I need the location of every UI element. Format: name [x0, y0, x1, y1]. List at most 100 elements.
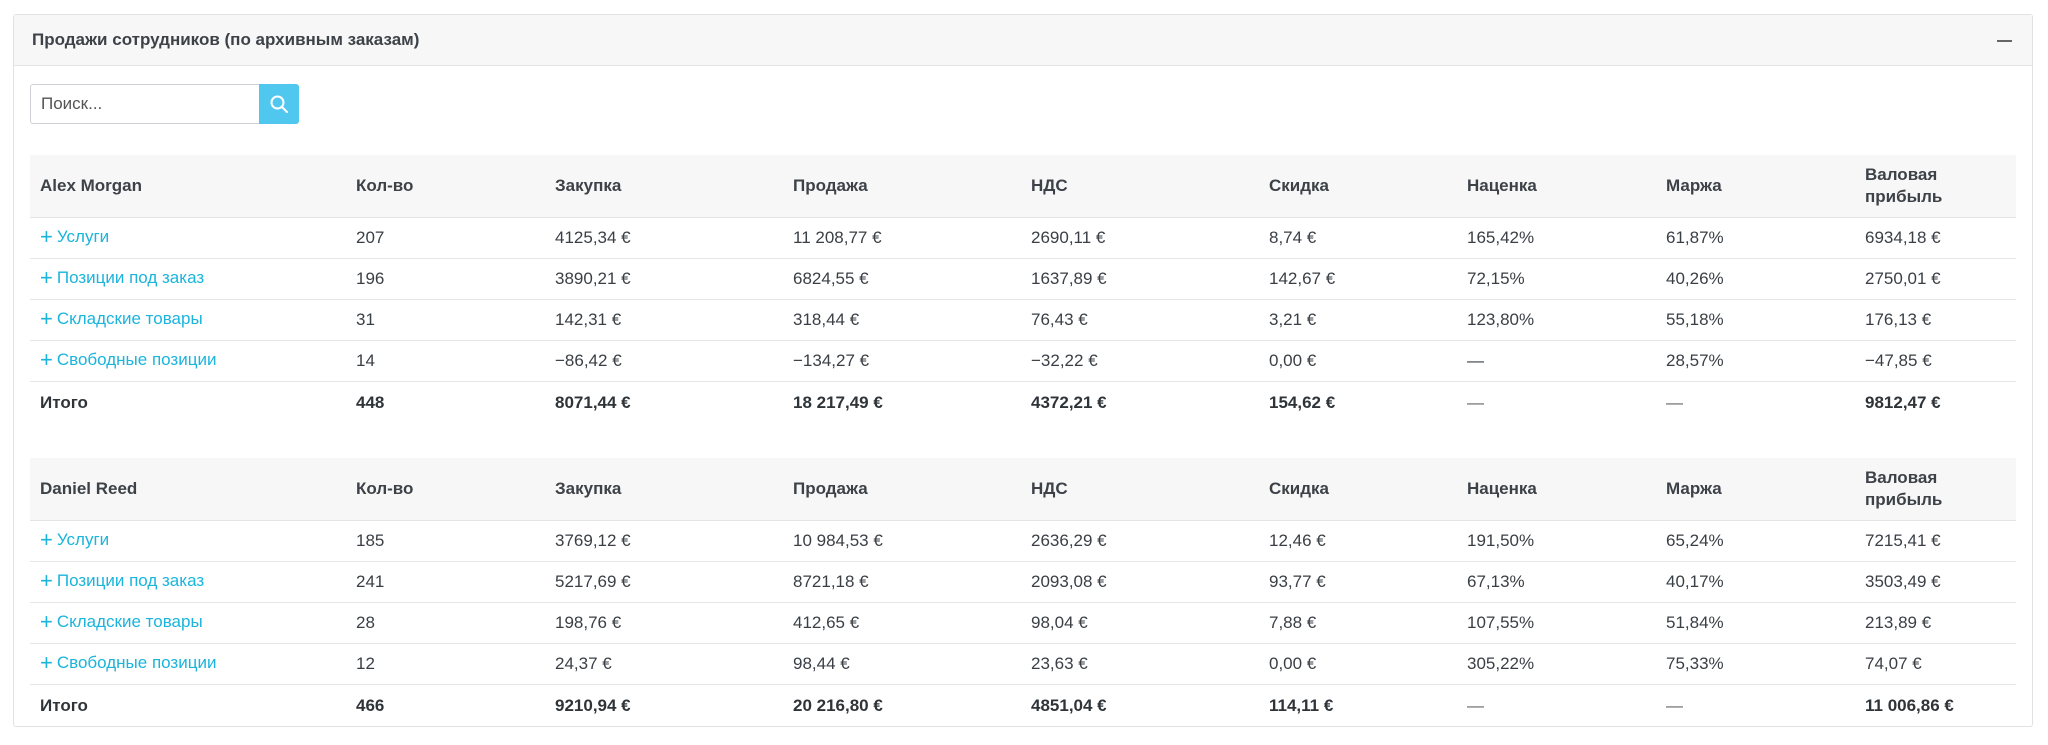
total-discount: 154,62 €	[1269, 392, 1336, 412]
cell-purchase: −86,42 €	[545, 340, 783, 382]
employee-name: Daniel Reed	[30, 458, 346, 521]
cell-sale: 8721,18 €	[783, 561, 1021, 603]
total-row: Итого 466 9210,94 € 20 216,80 € 4851,04 …	[30, 685, 2016, 727]
cell-sale: −134,27 €	[783, 340, 1021, 382]
cell-gross-profit: 6934,18 €	[1855, 217, 2016, 259]
cell-gross-profit: 213,89 €	[1855, 602, 2016, 644]
cell-vat: 76,43 €	[1021, 299, 1259, 341]
search-box	[30, 84, 299, 124]
total-gross-profit: 11 006,86 €	[1865, 695, 1954, 715]
total-label: Итого	[40, 392, 88, 412]
panel-header: Продажи сотрудников (по архивным заказам…	[14, 15, 2032, 66]
cell-vat: 1637,89 €	[1021, 258, 1259, 300]
cell-markup: 123,80%	[1457, 299, 1656, 341]
cell-markup: 305,22%	[1457, 643, 1656, 685]
cell-markup: —	[1457, 340, 1656, 382]
cell-qty: 12	[346, 643, 545, 685]
cell-margin: 65,24%	[1656, 520, 1855, 562]
cell-purchase: 3769,12 €	[545, 520, 783, 562]
cell-gross-profit: 3503,49 €	[1855, 561, 2016, 603]
total-label: Итого	[40, 695, 88, 715]
cell-margin: 28,57%	[1656, 340, 1855, 382]
category-label: Свободные позиции	[56, 350, 217, 369]
col-qty: Кол-во	[346, 458, 545, 521]
expand-category-link[interactable]: + Услуги	[40, 226, 110, 248]
cell-gross-profit: 2750,01 €	[1855, 258, 2016, 300]
col-gross-profit: Валовая прибыль	[1855, 155, 2016, 218]
cell-margin: 40,26%	[1656, 258, 1855, 300]
cell-vat: 23,63 €	[1021, 643, 1259, 685]
cell-markup: 165,42%	[1457, 217, 1656, 259]
col-sale: Продажа	[783, 458, 1021, 521]
cell-discount: 142,67 €	[1259, 258, 1457, 300]
minus-icon[interactable]	[1994, 31, 2014, 51]
cell-markup: 191,50%	[1457, 520, 1656, 562]
cell-qty: 14	[346, 340, 545, 382]
cell-gross-profit: 74,07 €	[1855, 643, 2016, 685]
employee-sales-table: Alex Morgan Кол-во Закупка Продажа НДС С…	[30, 155, 2016, 423]
col-qty: Кол-во	[346, 155, 545, 218]
total-purchase: 9210,94 €	[555, 695, 631, 715]
total-margin: —	[1666, 695, 1683, 715]
cell-margin: 75,33%	[1656, 643, 1855, 685]
table-row: + Услуги 185 3769,12 € 10 984,53 € 2636,2…	[30, 520, 2016, 562]
cell-qty: 28	[346, 602, 545, 644]
cell-gross-profit: 7215,41 €	[1855, 520, 2016, 562]
cell-qty: 196	[346, 258, 545, 300]
cell-discount: 0,00 €	[1259, 643, 1457, 685]
cell-sale: 98,44 €	[783, 643, 1021, 685]
total-markup: —	[1467, 392, 1484, 412]
category-label: Услуги	[56, 227, 110, 246]
total-markup: —	[1467, 695, 1484, 715]
search-input[interactable]	[30, 84, 259, 124]
cell-qty: 31	[346, 299, 545, 341]
total-vat: 4372,21 €	[1031, 392, 1107, 412]
expand-category-link[interactable]: + Свободные позиции	[40, 652, 216, 674]
cell-margin: 61,87%	[1656, 217, 1855, 259]
category-label: Позиции под заказ	[56, 571, 205, 590]
col-margin: Маржа	[1656, 458, 1855, 521]
search-icon	[270, 95, 288, 113]
col-purchase: Закупка	[545, 458, 783, 521]
col-discount: Скидка	[1259, 458, 1457, 521]
expand-category-link[interactable]: + Позиции под заказ	[40, 570, 205, 592]
cell-purchase: 198,76 €	[545, 602, 783, 644]
category-label: Услуги	[56, 530, 110, 549]
col-sale: Продажа	[783, 155, 1021, 218]
cell-discount: 8,74 €	[1259, 217, 1457, 259]
cell-discount: 12,46 €	[1259, 520, 1457, 562]
search-button[interactable]	[259, 84, 299, 124]
total-gross-profit: 9812,47 €	[1865, 392, 1941, 412]
total-sale: 18 217,49 €	[793, 392, 883, 412]
cell-vat: 2690,11 €	[1021, 217, 1259, 259]
col-markup: Наценка	[1457, 155, 1656, 218]
expand-category-link[interactable]: + Складские товары	[40, 308, 203, 330]
total-sale: 20 216,80 €	[793, 695, 883, 715]
cell-discount: 0,00 €	[1259, 340, 1457, 382]
table-header-row: Daniel Reed Кол-во Закупка Продажа НДС С…	[30, 458, 2016, 521]
plus-icon: +	[40, 609, 53, 634]
col-vat: НДС	[1021, 155, 1259, 218]
expand-category-link[interactable]: + Свободные позиции	[40, 349, 217, 371]
cell-vat: 98,04 €	[1021, 602, 1259, 644]
cell-vat: 2093,08 €	[1021, 561, 1259, 603]
cell-sale: 10 984,53 €	[783, 520, 1021, 562]
col-discount: Скидка	[1259, 155, 1457, 218]
cell-markup: 72,15%	[1457, 258, 1656, 300]
cell-markup: 67,13%	[1457, 561, 1656, 603]
cell-sale: 318,44 €	[783, 299, 1021, 341]
total-qty: 448	[356, 392, 385, 412]
cell-margin: 55,18%	[1656, 299, 1855, 341]
total-discount: 114,11 €	[1269, 695, 1334, 715]
cell-purchase: 4125,34 €	[545, 217, 783, 259]
table-row: + Складские товары 31 142,31 € 318,44 € 7…	[30, 299, 2016, 341]
col-markup: Наценка	[1457, 458, 1656, 521]
table-row: + Складские товары 28 198,76 € 412,65 € 9…	[30, 602, 2016, 644]
expand-category-link[interactable]: + Складские товары	[40, 609, 203, 634]
cell-purchase: 5217,69 €	[545, 561, 783, 603]
cell-margin: 40,17%	[1656, 561, 1855, 603]
cell-purchase: 3890,21 €	[545, 258, 783, 300]
cell-sale: 412,65 €	[783, 602, 1021, 644]
expand-category-link[interactable]: + Услуги	[40, 529, 110, 551]
expand-category-link[interactable]: + Позиции под заказ	[40, 267, 204, 289]
